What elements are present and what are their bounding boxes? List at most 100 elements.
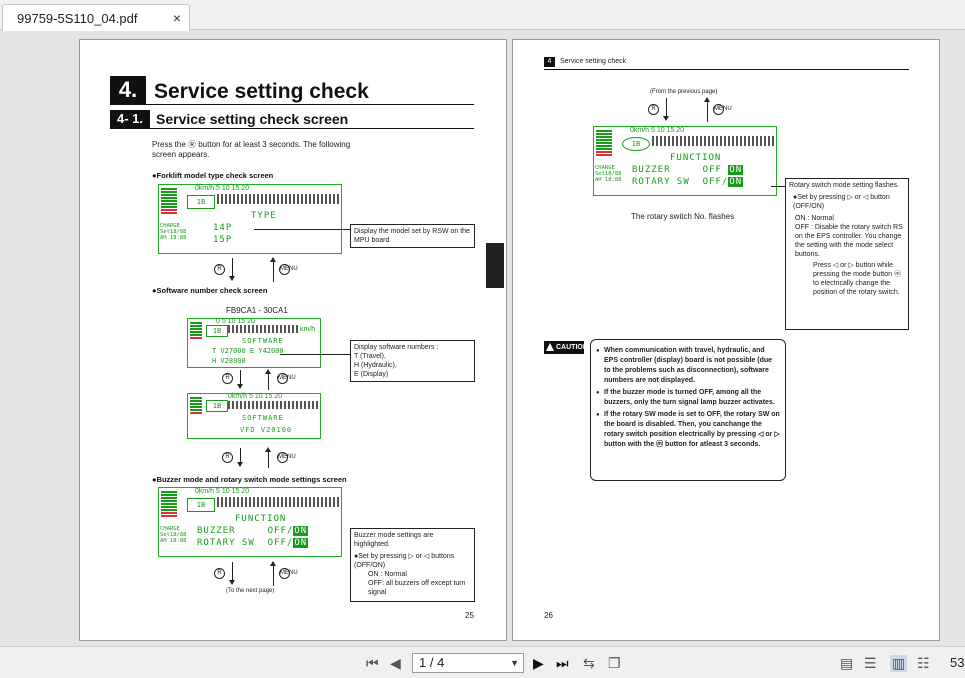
- buzzer-heading: ●Buzzer mode and rotary switch mode sett…: [152, 475, 347, 484]
- leader-line: [254, 229, 350, 230]
- chapter-number: 4.: [110, 76, 146, 104]
- r-button-icon: R: [222, 452, 233, 463]
- arrow-up: [273, 566, 274, 586]
- arrowhead-down-icon: [663, 116, 669, 121]
- arrow-down: [240, 448, 241, 462]
- arrow-down: [666, 98, 667, 116]
- arrowhead-down-icon: [237, 384, 243, 389]
- arrowhead-up-icon: [704, 97, 710, 102]
- rsw-box: 1B: [206, 325, 228, 337]
- speed-scale: 0km/h 5 10 15 20: [195, 185, 250, 192]
- arrow-up: [268, 374, 269, 390]
- warning-icon: [546, 343, 554, 351]
- tab-title: 99759-5S110_04.pdf: [17, 11, 138, 26]
- arrow-down: [232, 562, 233, 580]
- lcd-title: SOFTWARE: [242, 337, 284, 345]
- arrow-up: [273, 262, 274, 282]
- battery-bars: [161, 491, 177, 518]
- header-number: 4: [544, 57, 555, 67]
- lcd-title: TYPE: [251, 211, 277, 221]
- charge-info: CHARGE Set18/88 AH 18:88: [595, 165, 622, 183]
- page-26: 4 Service setting check (From the previo…: [512, 39, 940, 641]
- arrowhead-down-icon: [229, 580, 235, 585]
- speed-scale: 0 5 10 15 20: [216, 318, 255, 325]
- first-page-icon[interactable]: ⏮: [366, 655, 379, 672]
- document-tab[interactable]: 99759-5S110_04.pdf ×: [2, 4, 190, 31]
- from-previous-note: (From the previous page): [650, 89, 718, 95]
- charge-info: CHARGE Set18/88 AH 18:88: [160, 223, 187, 241]
- caution-badge: CAUTION: [544, 341, 588, 354]
- battery-bars: [596, 130, 612, 157]
- two-page-icon[interactable]: ▥: [890, 655, 908, 672]
- next-page-icon[interactable]: ▶: [533, 655, 544, 672]
- tab-bar: 99759-5S110_04.pdf ×: [0, 0, 965, 31]
- chevron-down-icon: ▼: [510, 658, 519, 668]
- menu-button-icon: MENU: [277, 452, 296, 463]
- lcd-line2: ROTARY SW OFF/ON: [197, 538, 309, 548]
- copy-view-icon[interactable]: ❐: [608, 655, 621, 672]
- note-model: Display the model set by RSW on the MPU …: [350, 224, 475, 248]
- rsw-box: 1B: [187, 195, 215, 209]
- speed-scale: 0km/h 5 10 15 20: [228, 393, 283, 400]
- lcd-line1: 14P: [213, 223, 233, 233]
- last-page-icon[interactable]: ⏭: [556, 655, 569, 672]
- prev-page-icon[interactable]: ◀: [390, 655, 401, 672]
- lcd-software-screen: 0 5 10 15 20 km/h 1B SOFTWARE T V27000 E…: [187, 318, 321, 368]
- divider: [110, 104, 474, 105]
- zoom-level[interactable]: 53: [950, 655, 964, 670]
- speed-bar: [217, 194, 341, 204]
- menu-button-icon: MENU: [279, 568, 298, 579]
- arrowhead-up-icon: [265, 369, 271, 374]
- rsw-box: 1B: [206, 400, 228, 412]
- lcd-function-screen: 0km/h 5 10 15 20 1B CHARGE Set18/88 AH 18:…: [158, 487, 342, 557]
- page-25: 4. Service setting check 4- 1. Service s…: [79, 39, 507, 641]
- note-buzzer: Buzzer mode settings are highlighted. ●S…: [350, 528, 475, 602]
- lcd-line1: T V27000 E Y42000: [212, 347, 284, 355]
- caution-item: If the buzzer mode is turned OFF, among …: [596, 388, 780, 408]
- lcd-line2: 15P: [213, 235, 233, 245]
- single-page-icon[interactable]: ▤: [840, 655, 853, 672]
- leader-line: [771, 186, 785, 187]
- intro-text: Press the Ⓡ button for at least 3 second…: [152, 140, 351, 159]
- bottom-toolbar: ⏮ ◀ 1 / 4 ▼ ▶ ⏭ ⇆ ❐ ▤ ☰ ▥ ☷ 53: [0, 646, 965, 678]
- speed-bar: [228, 325, 298, 333]
- arrowhead-up-icon: [265, 447, 271, 452]
- arrowhead-down-icon: [237, 462, 243, 467]
- menu-button-icon: MENU: [277, 373, 296, 384]
- facing-continuous-icon[interactable]: ☷: [917, 655, 930, 672]
- forklift-heading: ●Forklift model type check screen: [152, 171, 274, 180]
- r-button-icon: R: [648, 104, 659, 115]
- menu-button-icon: MENU: [279, 264, 298, 275]
- page-number: 26: [544, 611, 553, 620]
- lcd-rotary-screen: 0km/h 5 10 15 20 1B CHARGE Set18/88 AH 18:…: [593, 126, 777, 196]
- rsw-box: 1B: [622, 137, 650, 151]
- chapter-tab-marker: [486, 243, 504, 288]
- lcd-line1: VFD V20100: [240, 426, 293, 434]
- rotate-icon[interactable]: ⇆: [583, 655, 595, 672]
- speed-unit: km/h: [300, 326, 316, 333]
- note-software: Display software numbers : T (Travel), H…: [350, 340, 475, 382]
- caution-box: When communication with travel, hydrauli…: [590, 339, 786, 481]
- lcd-title: FUNCTION: [670, 153, 722, 163]
- r-button-icon: R: [214, 264, 225, 275]
- flash-caption: The rotary switch No. flashes: [631, 212, 735, 221]
- arrowhead-up-icon: [270, 257, 276, 262]
- arrowhead-down-icon: [229, 276, 235, 281]
- r-button-icon: R: [214, 568, 225, 579]
- note-rotary: Rotary switch mode setting flashes. ●Set…: [785, 178, 909, 330]
- software-heading: ●Software number check screen: [152, 286, 268, 295]
- arrow-down: [232, 258, 233, 276]
- page-selector[interactable]: 1 / 4 ▼: [412, 653, 524, 673]
- lcd-line1: BUZZER OFF/ON: [197, 526, 309, 536]
- menu-button-icon: MENU: [713, 104, 732, 115]
- software-model-label: FB9CA1 - 30CA1: [226, 306, 288, 315]
- close-tab-icon[interactable]: ×: [173, 10, 181, 26]
- battery-bars: [190, 322, 202, 340]
- divider: [544, 69, 909, 70]
- document-viewer[interactable]: 4. Service setting check 4- 1. Service s…: [0, 31, 965, 646]
- caution-item: When communication with travel, hydrauli…: [596, 346, 780, 386]
- speed-bar: [652, 136, 776, 146]
- lcd-line2: ROTARY SW OFF/ON: [632, 177, 744, 187]
- continuous-icon[interactable]: ☰: [864, 655, 877, 672]
- header-title: Service setting check: [560, 58, 627, 65]
